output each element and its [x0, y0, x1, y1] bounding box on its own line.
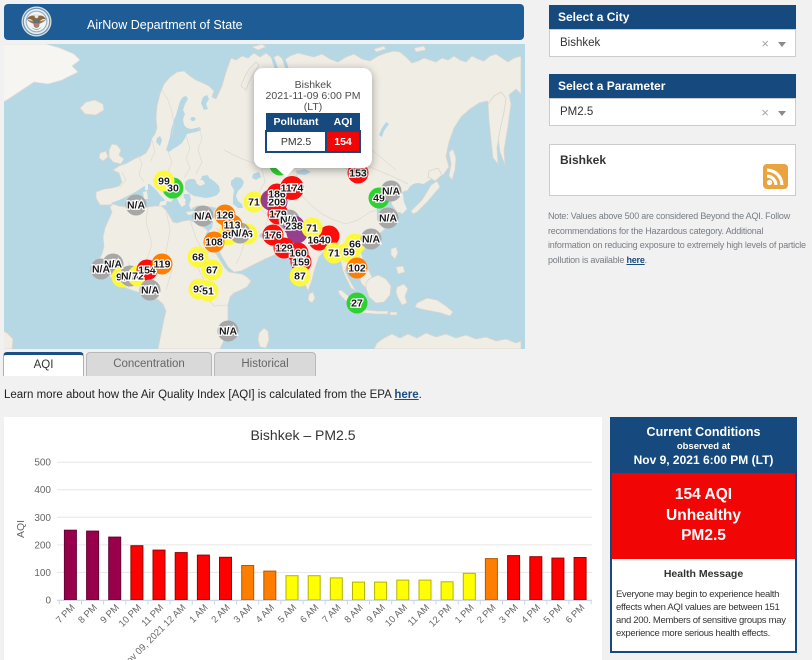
svg-text:8 AM: 8 AM — [343, 602, 366, 625]
svg-text:4 AM: 4 AM — [254, 602, 277, 625]
svg-text:Bishkek – PM2.5: Bishkek – PM2.5 — [250, 427, 355, 443]
svg-text:100: 100 — [34, 568, 51, 579]
svg-text:71: 71 — [248, 197, 260, 209]
svg-text:2 AM: 2 AM — [210, 602, 233, 625]
svg-text:126: 126 — [216, 210, 234, 222]
svg-text:3 AM: 3 AM — [232, 602, 255, 625]
svg-text:71: 71 — [306, 223, 318, 235]
svg-text:400: 400 — [34, 485, 51, 496]
svg-text:108: 108 — [205, 237, 223, 249]
svg-text:51: 51 — [202, 286, 214, 298]
svg-text:10 AM: 10 AM — [383, 602, 410, 629]
svg-text:11 AM: 11 AM — [406, 602, 432, 628]
svg-text:2 PM: 2 PM — [475, 602, 499, 626]
svg-text:59: 59 — [343, 247, 355, 259]
svg-text:102: 102 — [348, 263, 366, 275]
svg-text:1 AM: 1 AM — [187, 602, 210, 625]
svg-text:N/A: N/A — [127, 200, 146, 212]
svg-text:71: 71 — [328, 248, 340, 260]
svg-text:300: 300 — [34, 513, 51, 524]
svg-text:7 PM: 7 PM — [54, 602, 78, 626]
svg-text:4 PM: 4 PM — [519, 602, 543, 626]
svg-text:6 AM: 6 AM — [298, 602, 321, 625]
svg-text:1640: 1640 — [307, 235, 331, 247]
svg-text:N/A: N/A — [362, 234, 381, 246]
svg-text:N/A: N/A — [141, 285, 160, 297]
svg-text:N/A: N/A — [219, 326, 238, 338]
svg-text:N/A: N/A — [92, 264, 111, 276]
svg-text:153: 153 — [349, 168, 367, 180]
svg-text:8 PM: 8 PM — [76, 602, 100, 626]
svg-text:238: 238 — [285, 221, 303, 233]
svg-text:7 AM: 7 AM — [320, 602, 343, 625]
svg-text:0: 0 — [45, 596, 51, 607]
svg-text:159: 159 — [292, 257, 310, 269]
svg-text:5 PM: 5 PM — [542, 602, 566, 626]
svg-text:87: 87 — [294, 271, 306, 283]
svg-text:N/A: N/A — [194, 211, 213, 223]
svg-text:27: 27 — [351, 298, 363, 310]
svg-text:3 PM: 3 PM — [497, 602, 521, 626]
svg-text:10 PM: 10 PM — [117, 602, 144, 629]
svg-text:500: 500 — [34, 458, 51, 469]
svg-text:5 AM: 5 AM — [276, 602, 299, 625]
svg-text:1 PM: 1 PM — [453, 602, 477, 626]
svg-text:176: 176 — [264, 230, 282, 242]
svg-text:N/A: N/A — [379, 213, 398, 225]
svg-text:119: 119 — [154, 259, 171, 271]
svg-text:68: 68 — [192, 252, 204, 264]
svg-text:200: 200 — [34, 540, 51, 551]
svg-text:12 PM: 12 PM — [427, 602, 454, 629]
svg-text:67: 67 — [206, 265, 218, 277]
svg-text:N/A: N/A — [382, 186, 401, 198]
svg-text:1174: 1174 — [281, 183, 304, 195]
svg-text:AQI: AQI — [15, 520, 27, 538]
svg-text:6 PM: 6 PM — [564, 602, 588, 626]
svg-text:99: 99 — [158, 176, 170, 188]
